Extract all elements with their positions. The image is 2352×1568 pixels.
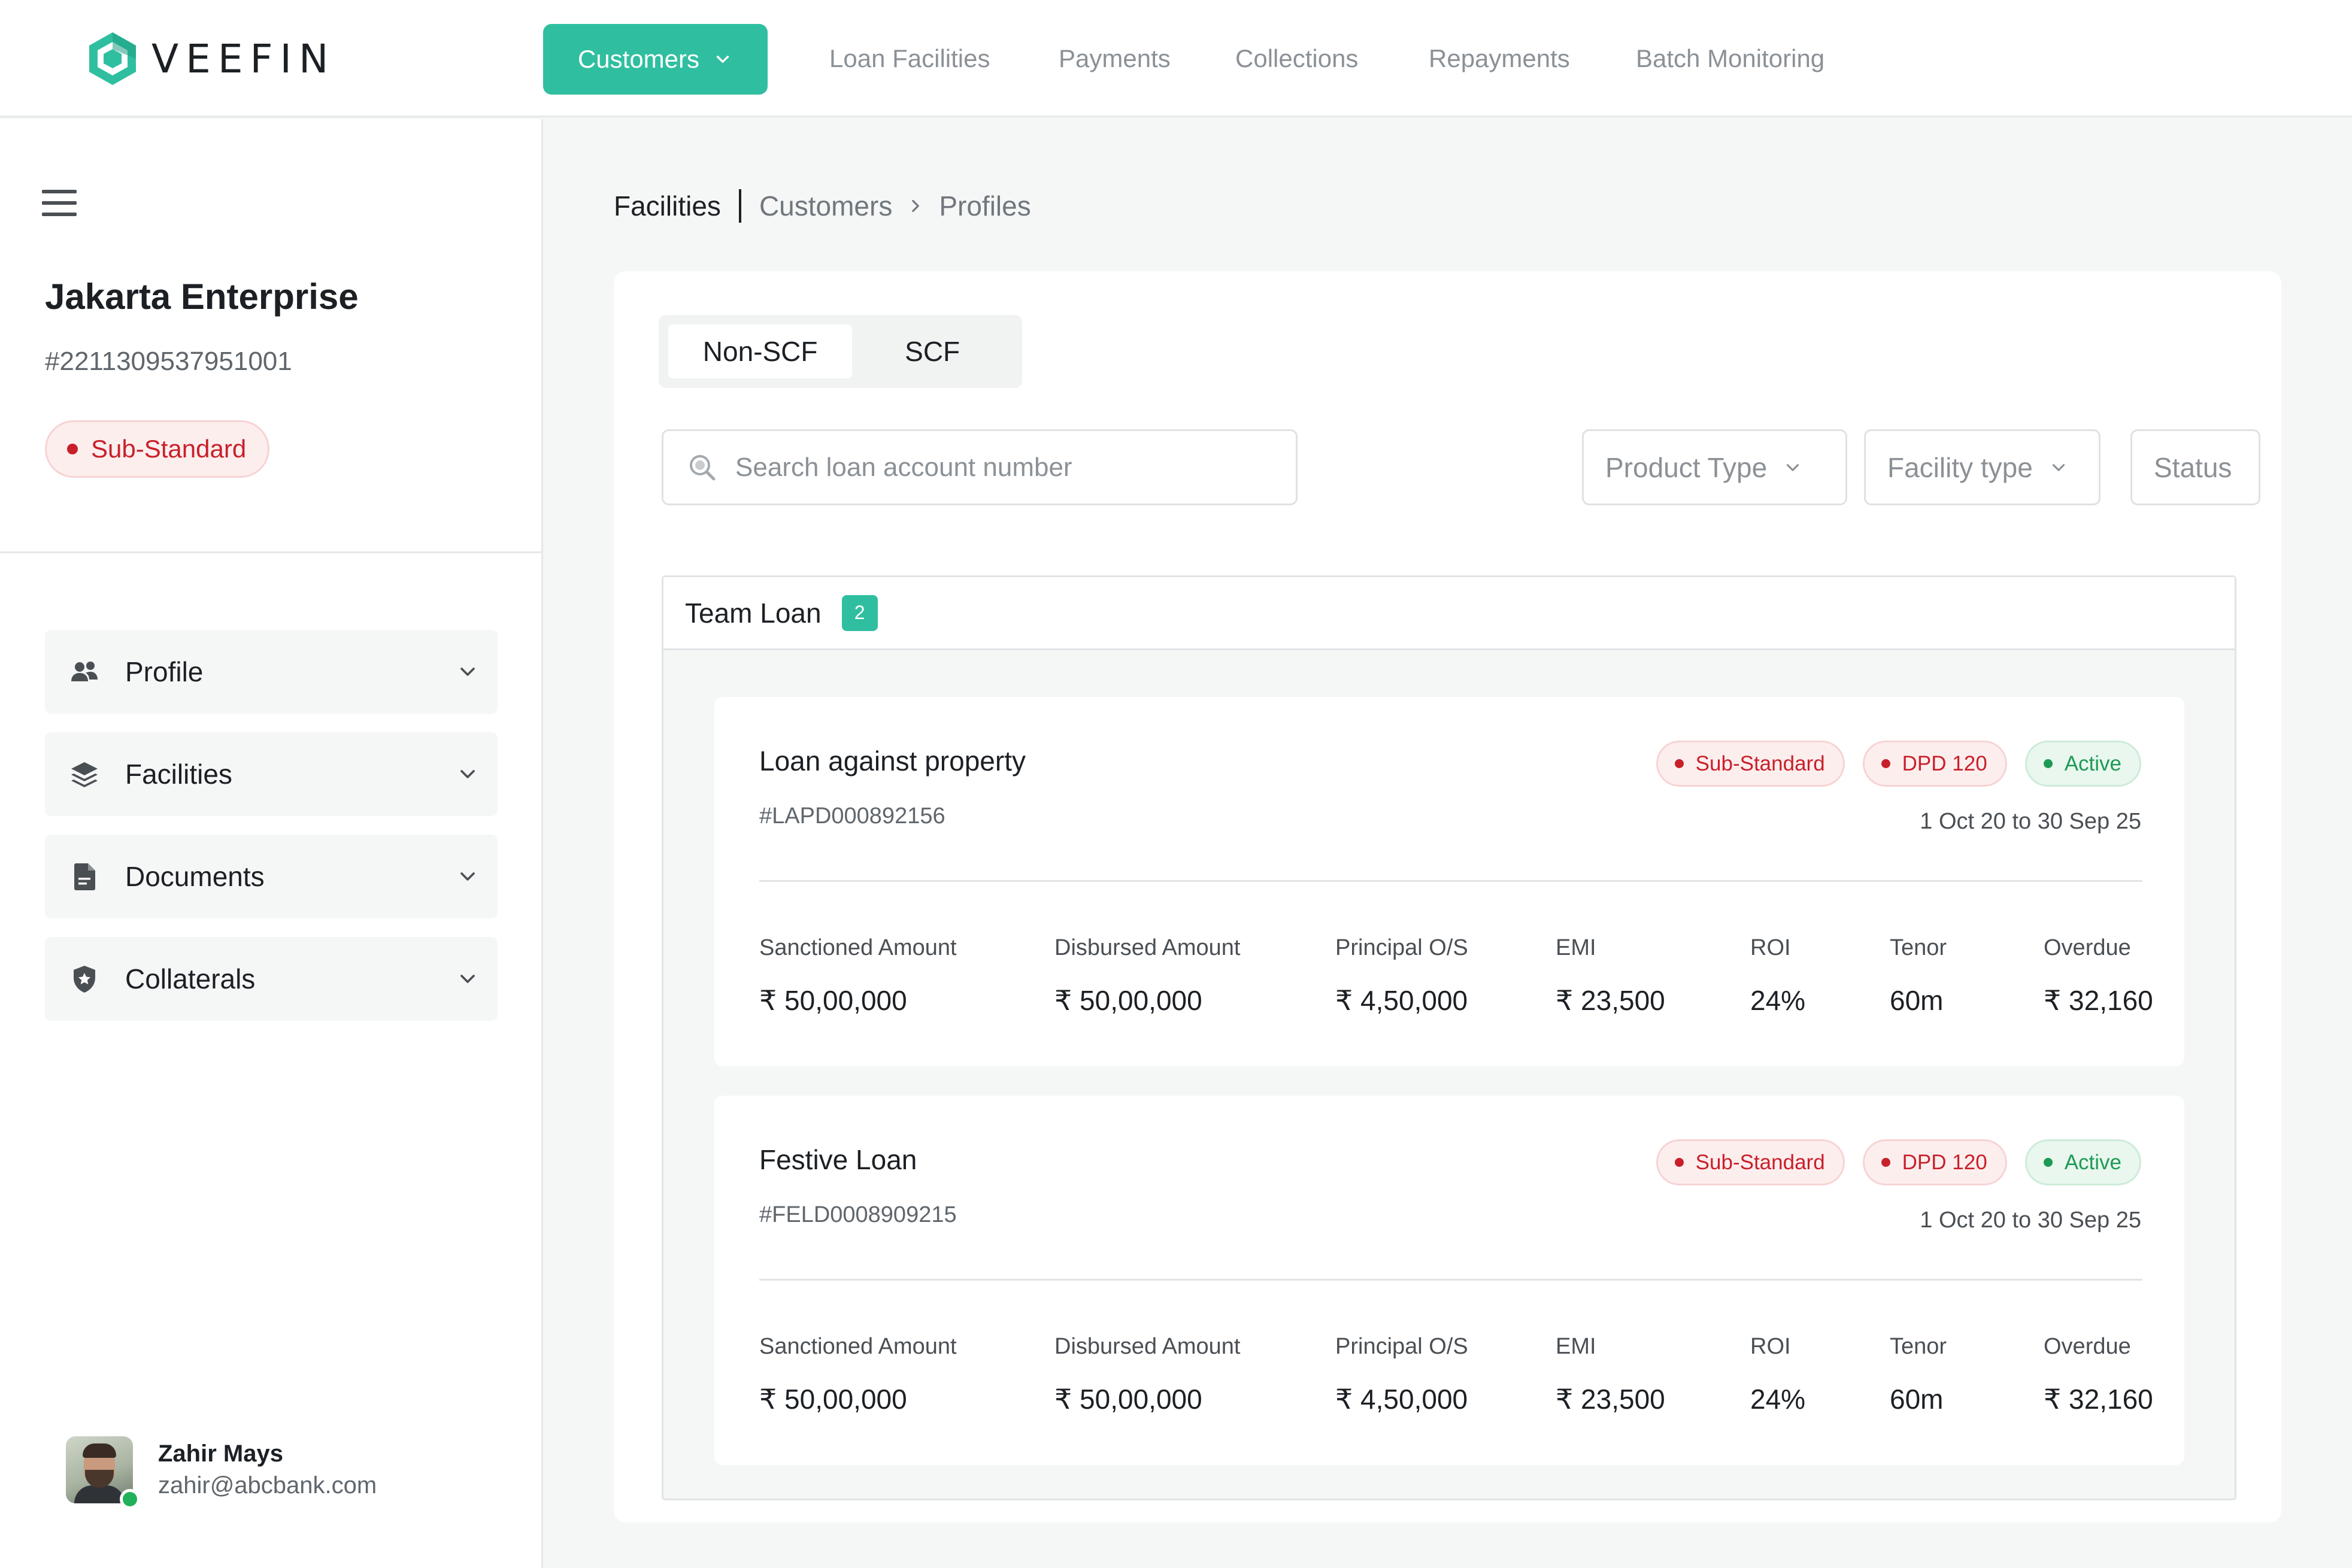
metric-roi: ROI 24% (1750, 1334, 1806, 1415)
company-status-badge: Sub-Standard (45, 420, 270, 478)
product-type-label: Product Type (1605, 451, 1768, 483)
metric-overdue: Overdue ₹ 32,160 (2044, 1334, 2153, 1415)
metric-tenor: Tenor 60m (1890, 1334, 1947, 1415)
status-dot-icon (67, 444, 78, 454)
dpd-badge: DPD 120 (1862, 1139, 2007, 1185)
loan-card[interactable]: Festive Loan #FELD0008909215 Sub-Standar… (714, 1096, 2184, 1465)
nav-link-payments[interactable]: Payments (1059, 43, 1171, 74)
online-status-icon (120, 1489, 140, 1509)
active-status-badge: Active (2024, 1139, 2141, 1185)
search-box (662, 429, 1298, 505)
main-panel: Non-SCF SCF Product Type Facility type S… (614, 271, 2281, 1522)
asset-class-badge: Sub-Standard (1656, 741, 1845, 787)
loan-status-chips: Sub-Standard DPD 120 Active (1656, 741, 2141, 787)
breadcrumb-profiles[interactable]: Profiles (939, 190, 1030, 222)
metric-principal-os: Principal O/S ₹ 4,50,000 (1335, 1334, 1468, 1415)
chevron-down-icon (460, 770, 475, 778)
user-profile[interactable]: Zahir Mays zahir@abcbank.com (66, 1436, 377, 1509)
sidebar-item-documents[interactable]: Documents (45, 835, 498, 918)
layers-icon (68, 757, 101, 791)
status-filter-label: Status (2154, 451, 2232, 483)
search-icon (690, 454, 716, 480)
nav-link-batch-monitoring[interactable]: Batch Monitoring (1636, 43, 1824, 74)
document-icon (68, 860, 101, 893)
segment-tabs: Non-SCF SCF (659, 315, 1022, 388)
sidebar-item-collaterals[interactable]: Collaterals (45, 937, 498, 1021)
nav-customers-dropdown[interactable]: Customers (543, 24, 768, 95)
nav-link-repayments[interactable]: Repayments (1429, 43, 1570, 74)
tab-non-scf[interactable]: Non-SCF (668, 324, 853, 378)
breadcrumb-customers[interactable]: Customers (759, 190, 892, 222)
user-email: zahir@abcbank.com (158, 1472, 377, 1499)
sidebar: Jakarta Enterprise #2211309537951001 Sub… (0, 119, 543, 1568)
card-divider (759, 1279, 2142, 1281)
loan-date-range: 1 Oct 20 to 30 Sep 25 (1920, 1208, 2141, 1233)
nav-customers-label: Customers (577, 45, 700, 73)
top-navigation-bar: VEEFIN Customers Loan Facilities Payment… (0, 0, 2352, 117)
group-title: Team Loan (685, 597, 822, 629)
avatar (66, 1436, 140, 1509)
hamburger-menu-icon[interactable] (42, 190, 77, 220)
loan-account-id: #LAPD000892156 (759, 803, 945, 829)
brand-name: VEEFIN (151, 35, 336, 82)
sidebar-item-label: Profile (125, 656, 204, 687)
product-type-dropdown[interactable]: Product Type (1582, 429, 1847, 505)
loan-card[interactable]: Loan against property #LAPD000892156 Sub… (714, 697, 2184, 1066)
veefin-logo[interactable]: VEEFIN (87, 31, 335, 86)
tab-scf[interactable]: SCF (852, 324, 1013, 378)
group-count-badge: 2 (841, 595, 878, 631)
active-status-badge: Active (2024, 741, 2141, 787)
loan-status-chips: Sub-Standard DPD 120 Active (1656, 1139, 2141, 1185)
chevron-down-icon (2052, 463, 2065, 471)
chevron-down-icon (460, 668, 475, 676)
breadcrumb: Facilities Customers Profiles (614, 189, 1031, 223)
metric-emi: EMI ₹ 23,500 (1556, 1334, 1665, 1415)
metric-tenor: Tenor 60m (1890, 935, 1947, 1016)
breadcrumb-separator (738, 189, 741, 223)
nav-link-collections[interactable]: Collections (1235, 43, 1358, 74)
metric-sanctioned-amount: Sanctioned Amount ₹ 50,00,000 (759, 1334, 957, 1415)
loan-date-range: 1 Oct 20 to 30 Sep 25 (1920, 809, 2141, 834)
metric-disbursed-amount: Disbursed Amount ₹ 50,00,000 (1054, 935, 1241, 1016)
chevron-down-icon (716, 56, 729, 63)
breadcrumb-root[interactable]: Facilities (614, 190, 721, 222)
shield-star-icon (68, 962, 101, 996)
sidebar-item-label: Collaterals (125, 963, 256, 994)
search-input[interactable] (735, 452, 1274, 483)
group-header[interactable]: Team Loan 2 (663, 577, 2235, 650)
metric-sanctioned-amount: Sanctioned Amount ₹ 50,00,000 (759, 935, 957, 1016)
loan-account-id: #FELD0008909215 (759, 1202, 957, 1227)
loan-name: Festive Loan (759, 1144, 917, 1175)
users-icon (68, 655, 101, 689)
facility-type-label: Facility type (1887, 451, 2033, 483)
metric-disbursed-amount: Disbursed Amount ₹ 50,00,000 (1054, 1334, 1241, 1415)
company-id: #2211309537951001 (45, 347, 292, 376)
loan-name: Loan against property (759, 745, 1026, 777)
metric-roi: ROI 24% (1750, 935, 1806, 1016)
metric-principal-os: Principal O/S ₹ 4,50,000 (1335, 935, 1468, 1016)
dpd-badge: DPD 120 (1862, 741, 2007, 787)
status-filter-button[interactable]: Status (2130, 429, 2260, 505)
metric-emi: EMI ₹ 23,500 (1556, 935, 1665, 1016)
chevron-down-icon (460, 975, 475, 983)
metric-overdue: Overdue ₹ 32,160 (2044, 935, 2153, 1016)
chevron-down-icon (460, 872, 475, 881)
card-divider (759, 880, 2142, 882)
sidebar-item-label: Documents (125, 861, 265, 892)
sidebar-item-label: Facilities (125, 759, 232, 790)
asset-class-badge: Sub-Standard (1656, 1139, 1845, 1185)
chevron-down-icon (1787, 463, 1799, 471)
company-name: Jakarta Enterprise (45, 277, 359, 317)
sidebar-item-facilities[interactable]: Facilities (45, 732, 498, 816)
nav-link-loan-facilities[interactable]: Loan Facilities (829, 43, 990, 74)
logo-hexagon-icon (89, 32, 136, 85)
chevron-right-icon (912, 199, 920, 213)
company-status-label: Sub-Standard (91, 435, 247, 463)
team-loan-group: Team Loan 2 Loan against property #LAPD0… (662, 575, 2236, 1500)
user-name: Zahir Mays (158, 1440, 283, 1467)
sidebar-item-profile[interactable]: Profile (45, 630, 498, 714)
sidebar-divider (0, 551, 541, 553)
facility-type-dropdown[interactable]: Facility type (1864, 429, 2101, 505)
